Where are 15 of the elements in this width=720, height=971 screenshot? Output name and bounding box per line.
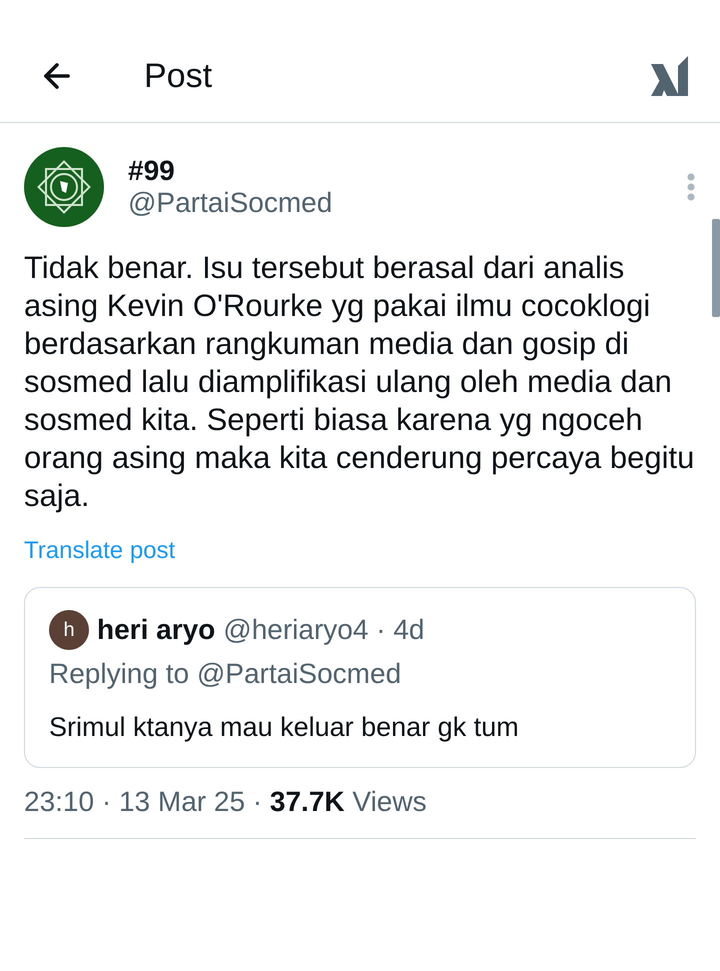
more-icon[interactable] — [686, 172, 696, 202]
display-name: #99 — [128, 155, 176, 187]
avatar-icon — [24, 147, 104, 227]
quoted-text: Srimul ktanya mau keluar benar gk tum — [49, 712, 520, 743]
post-meta: 23:10 · 13 Mar 25 · 37.7K Views — [24, 786, 696, 839]
page-title: Post — [144, 56, 214, 96]
replying-to: Replying to @PartaiSocmed — [49, 658, 402, 690]
post-text: Tidak benar. Isu tersebut berasal dari analis asing Kevin O'Rourke yg pakai ilmu cocoklogi berdasarkan rangkuman media dan gosip di sosmed lalu diamplifikasi ulang oleh media dan sosmed kita. Seperti biasa karena yg ngoceh orang asing maka kita cenderung percaya begitu saja. — [24, 249, 696, 515]
logo-icon — [650, 54, 690, 98]
user-handle: @PartaiSocmed — [128, 187, 334, 219]
quoted-name: heri aryo — [97, 614, 216, 646]
avatar: h — [49, 610, 89, 650]
scrollbar[interactable] — [712, 219, 720, 317]
quoted-post[interactable]: h heri aryo @heriaryo4 · 4d Replying to @PartaiSocmed Srimul ktanya mau keluar benar gk tum — [24, 587, 696, 768]
quoted-handle-time: @heriaryo4 · 4d — [223, 614, 424, 646]
